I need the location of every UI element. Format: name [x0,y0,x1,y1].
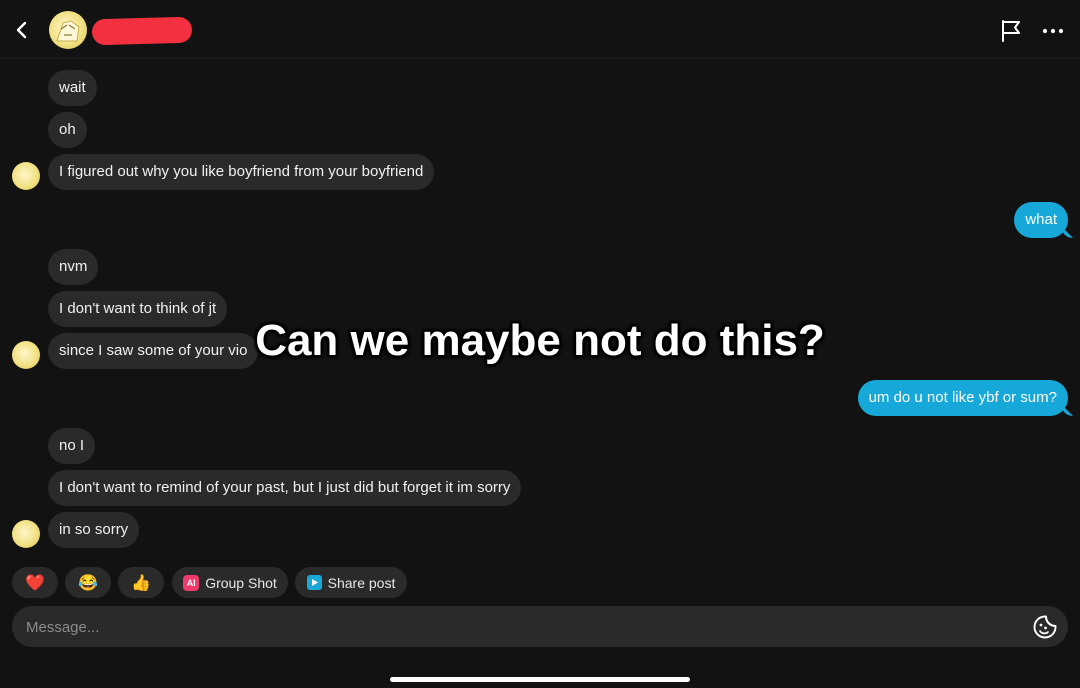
share-post-button[interactable]: Share post [295,567,407,598]
thumbs-up-icon: 👍 [131,574,151,592]
message-bubble[interactable]: no I [48,428,96,464]
sent-message-bubble[interactable]: um do u not like ybf or sum? [857,380,1068,416]
quick-reply-thumbs-up[interactable]: 👍 [118,567,164,598]
laughing-icon: 😂 [78,574,98,592]
share-post-label: Share post [327,574,396,591]
group-shot-button[interactable]: AI Group Shot [172,567,288,598]
message-bubble[interactable]: wait [48,70,97,106]
more-icon[interactable] [1040,18,1066,44]
message-bubble[interactable]: nvm [48,249,99,285]
message-bubble[interactable]: I figured out why you like boyfriend fro… [48,154,435,190]
sticker-icon[interactable] [1032,614,1058,640]
heart-icon: ❤️ [25,574,45,592]
overlay-caption: Can we maybe not do this? [255,316,825,365]
message-bubble[interactable]: in so sorry [48,512,140,548]
message-input[interactable] [24,606,1018,649]
home-indicator[interactable] [390,677,690,682]
flag-icon[interactable] [998,18,1024,44]
sender-avatar[interactable] [12,162,40,190]
ai-icon: AI [183,574,200,591]
group-shot-label: Group Shot [205,574,277,591]
profile-avatar[interactable] [49,11,87,49]
chevron-left-icon[interactable] [10,16,34,44]
message-bubble[interactable]: oh [48,112,87,148]
message-composer [12,606,1068,649]
sender-avatar[interactable] [12,520,40,548]
message-bubble[interactable]: I don't want to remind of your past, but… [48,470,522,506]
sent-message-bubble[interactable]: what [1014,202,1068,238]
share-icon [306,575,322,590]
quick-reply-heart[interactable]: ❤️ [12,567,58,598]
chat-header [0,0,1080,59]
quick-reply-laugh[interactable]: 😂 [65,567,111,598]
redacted-username [91,16,193,46]
